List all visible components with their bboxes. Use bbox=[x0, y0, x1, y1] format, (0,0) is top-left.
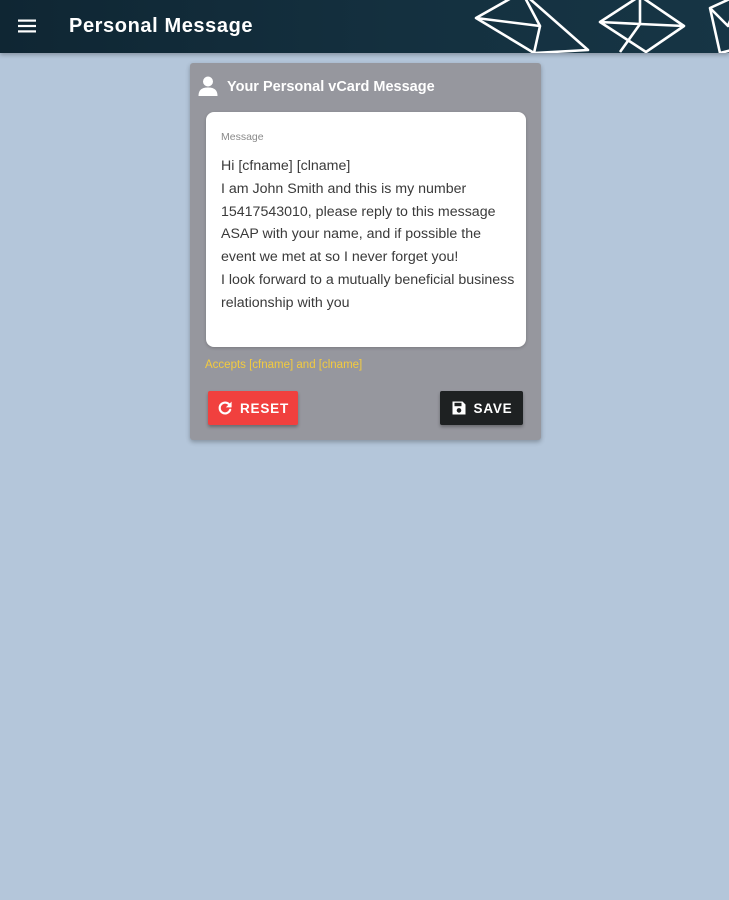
envelope-decoration bbox=[474, 0, 729, 53]
save-button-label: SAVE bbox=[473, 400, 513, 416]
app-bar: Personal Message bbox=[0, 0, 729, 53]
message-textarea[interactable]: Hi [cfname] [clname] I am John Smith and… bbox=[221, 155, 519, 315]
message-field[interactable]: Message Hi [cfname] [clname] I am John S… bbox=[206, 112, 526, 347]
menu-icon bbox=[18, 19, 36, 33]
placeholder-hint: Accepts [cfname] and [clname] bbox=[205, 359, 363, 371]
message-field-label: Message bbox=[221, 131, 264, 143]
reset-button-label: RESET bbox=[239, 400, 289, 416]
card-header: Your Personal vCard Message bbox=[190, 63, 541, 109]
floppy-disk-icon bbox=[451, 400, 467, 416]
card-title: Your Personal vCard Message bbox=[227, 79, 435, 95]
menu-button[interactable] bbox=[10, 9, 44, 43]
refresh-icon bbox=[217, 400, 233, 416]
page-title: Personal Message bbox=[69, 15, 254, 37]
reset-button[interactable]: RESET bbox=[208, 391, 298, 425]
person-icon bbox=[198, 76, 218, 96]
save-button[interactable]: SAVE bbox=[440, 391, 523, 425]
vcard-message-card: Your Personal vCard Message Message Hi [… bbox=[190, 63, 541, 440]
